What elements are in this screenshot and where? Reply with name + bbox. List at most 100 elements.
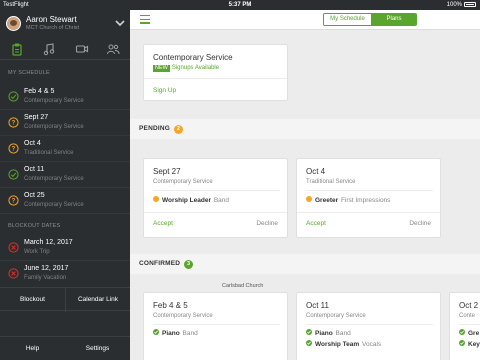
sidebar-action-bar: Blockout Calendar Link bbox=[0, 287, 130, 312]
view-switcher: My Schedule Plans bbox=[323, 13, 417, 26]
x-circle-icon bbox=[8, 242, 19, 253]
pending-role: Greeter First Impressions bbox=[306, 196, 391, 204]
pending-card[interactable]: Oct 4 Traditional Service Greeter First … bbox=[296, 158, 441, 238]
check-circle-icon bbox=[8, 169, 19, 180]
confirmed-card-date: Oct 11 bbox=[306, 301, 329, 310]
clipboard-icon[interactable] bbox=[10, 42, 24, 56]
confirmed-card-date: Oct 2 bbox=[459, 301, 479, 310]
sidebar: Aaron Stewart MCT Church of Christ MY SC… bbox=[0, 10, 130, 360]
schedule-item[interactable]: Feb 4 & 5 Contemporary Service bbox=[0, 84, 130, 110]
schedule-item-service: Contemporary Service bbox=[24, 202, 84, 208]
schedule-item-date: Feb 4 & 5 bbox=[24, 88, 55, 95]
blockout-item[interactable]: June 12, 2017 Family Vacation bbox=[0, 261, 130, 287]
role-name: Piano bbox=[315, 330, 333, 337]
people-icon[interactable] bbox=[106, 42, 120, 56]
role-name: Key bbox=[468, 341, 480, 348]
role-name: Worship Leader bbox=[162, 197, 212, 204]
tab-my-schedule[interactable]: My Schedule bbox=[324, 14, 371, 25]
check-icon bbox=[459, 329, 465, 336]
svg-text:?: ? bbox=[12, 147, 16, 153]
new-badge: NEW bbox=[153, 65, 170, 72]
video-icon[interactable] bbox=[75, 42, 89, 56]
decline-button[interactable]: Decline bbox=[256, 220, 278, 227]
help-button[interactable]: Help bbox=[0, 337, 65, 360]
menu-icon[interactable] bbox=[140, 15, 150, 24]
calendar-link-button[interactable]: Calendar Link bbox=[66, 288, 130, 312]
card-divider bbox=[144, 212, 287, 213]
schedule-item[interactable]: ? Oct 4 Traditional Service bbox=[0, 136, 130, 162]
blockout-item-date: March 12, 2017 bbox=[24, 239, 73, 246]
blockout-item[interactable]: March 12, 2017 Work Trip bbox=[0, 235, 130, 261]
pending-card-date: Sept 27 bbox=[153, 167, 181, 176]
check-circle-icon bbox=[8, 91, 19, 102]
chevron-down-icon[interactable] bbox=[115, 18, 125, 28]
confirmed-role: Piano Band bbox=[306, 329, 351, 337]
signup-availability: Signups Available bbox=[171, 65, 220, 71]
card-divider bbox=[153, 190, 280, 191]
blockout-item-reason: Work Trip bbox=[24, 249, 50, 255]
pending-count-badge: 2 bbox=[174, 125, 184, 134]
confirmed-card[interactable]: Oct 2 Conte Gre Key bbox=[449, 292, 480, 360]
schedule-item-service: Traditional Service bbox=[24, 150, 74, 156]
main-content: My Schedule Plans Contemporary Service N… bbox=[130, 10, 480, 360]
accept-button[interactable]: Accept bbox=[306, 220, 326, 227]
card-divider bbox=[306, 324, 433, 325]
battery-percent: 100% bbox=[446, 2, 462, 8]
role-name: Greeter bbox=[315, 197, 339, 204]
confirmed-heading-label: CONFIRMED bbox=[139, 260, 181, 267]
schedule-item[interactable]: Oct 11 Contemporary Service bbox=[0, 162, 130, 188]
blockout-item-date: June 12, 2017 bbox=[24, 265, 69, 272]
blockout-button[interactable]: Blockout bbox=[0, 288, 65, 312]
question-circle-icon: ? bbox=[8, 143, 19, 154]
pending-heading: PENDING 2 bbox=[139, 125, 184, 134]
schedule-item[interactable]: ? Oct 25 Contemporary Service bbox=[0, 188, 130, 214]
sidebar-footer: Help Settings bbox=[0, 336, 130, 360]
schedule-item-service: Contemporary Service bbox=[24, 98, 84, 104]
confirmed-card-service: Contemporary Service bbox=[306, 313, 366, 319]
confirmed-role: Key bbox=[459, 340, 480, 348]
role-name: Worship Team bbox=[315, 341, 360, 348]
profile-header[interactable]: Aaron Stewart MCT Church of Christ bbox=[0, 10, 130, 38]
check-icon bbox=[306, 329, 312, 336]
confirmed-count-badge: 3 bbox=[184, 260, 194, 269]
status-time: 5:37 PM bbox=[228, 2, 252, 8]
signup-card[interactable]: Contemporary Service NEW Signups Availabl… bbox=[143, 44, 288, 101]
music-note-icon[interactable] bbox=[42, 42, 56, 56]
card-divider bbox=[144, 78, 287, 79]
decline-button[interactable]: Decline bbox=[409, 220, 431, 227]
check-icon bbox=[306, 340, 312, 347]
pending-status-icon bbox=[153, 196, 159, 203]
pending-card-service: Contemporary Service bbox=[153, 179, 213, 185]
question-circle-icon: ? bbox=[8, 195, 19, 206]
confirmed-role: Piano Band bbox=[153, 329, 198, 337]
location-label: Carlsbad Church bbox=[222, 283, 264, 289]
team-name: Vocals bbox=[362, 341, 382, 348]
settings-button[interactable]: Settings bbox=[65, 337, 130, 360]
pending-card[interactable]: Sept 27 Contemporary Service Worship Lea… bbox=[143, 158, 288, 238]
card-divider bbox=[306, 190, 433, 191]
schedule-item-date: Oct 25 bbox=[24, 192, 45, 199]
schedule-item-date: Oct 11 bbox=[24, 166, 45, 173]
svg-text:?: ? bbox=[12, 199, 16, 205]
schedule-item-service: Contemporary Service bbox=[24, 124, 84, 130]
team-name: First Impressions bbox=[340, 197, 391, 204]
confirmed-card[interactable]: Oct 11 Contemporary Service Piano Band W… bbox=[296, 292, 441, 360]
schedule-item-service: Contemporary Service bbox=[24, 176, 84, 182]
top-bar: My Schedule Plans bbox=[130, 10, 480, 30]
avatar bbox=[6, 16, 21, 31]
tab-plans[interactable]: Plans bbox=[371, 14, 416, 25]
schedule-item[interactable]: ? Sept 27 Contemporary Service bbox=[0, 110, 130, 136]
role-name: Piano bbox=[162, 330, 180, 337]
accept-button[interactable]: Accept bbox=[153, 220, 173, 227]
confirmed-card[interactable]: Feb 4 & 5 Contemporary Service Piano Ban… bbox=[143, 292, 288, 360]
card-divider bbox=[297, 212, 440, 213]
signup-title: Contemporary Service bbox=[153, 53, 233, 62]
status-battery: 100% bbox=[447, 0, 476, 10]
pending-role: Worship Leader Band bbox=[153, 196, 229, 204]
pending-status-icon bbox=[306, 196, 312, 203]
sign-up-button[interactable]: Sign Up bbox=[153, 87, 176, 94]
confirmed-role: Gre bbox=[459, 329, 479, 337]
my-schedule-heading: MY SCHEDULE bbox=[8, 70, 50, 76]
status-bar: TestFlight 5:37 PM 100% bbox=[0, 0, 480, 10]
schedule-item-date: Sept 27 bbox=[24, 114, 49, 121]
